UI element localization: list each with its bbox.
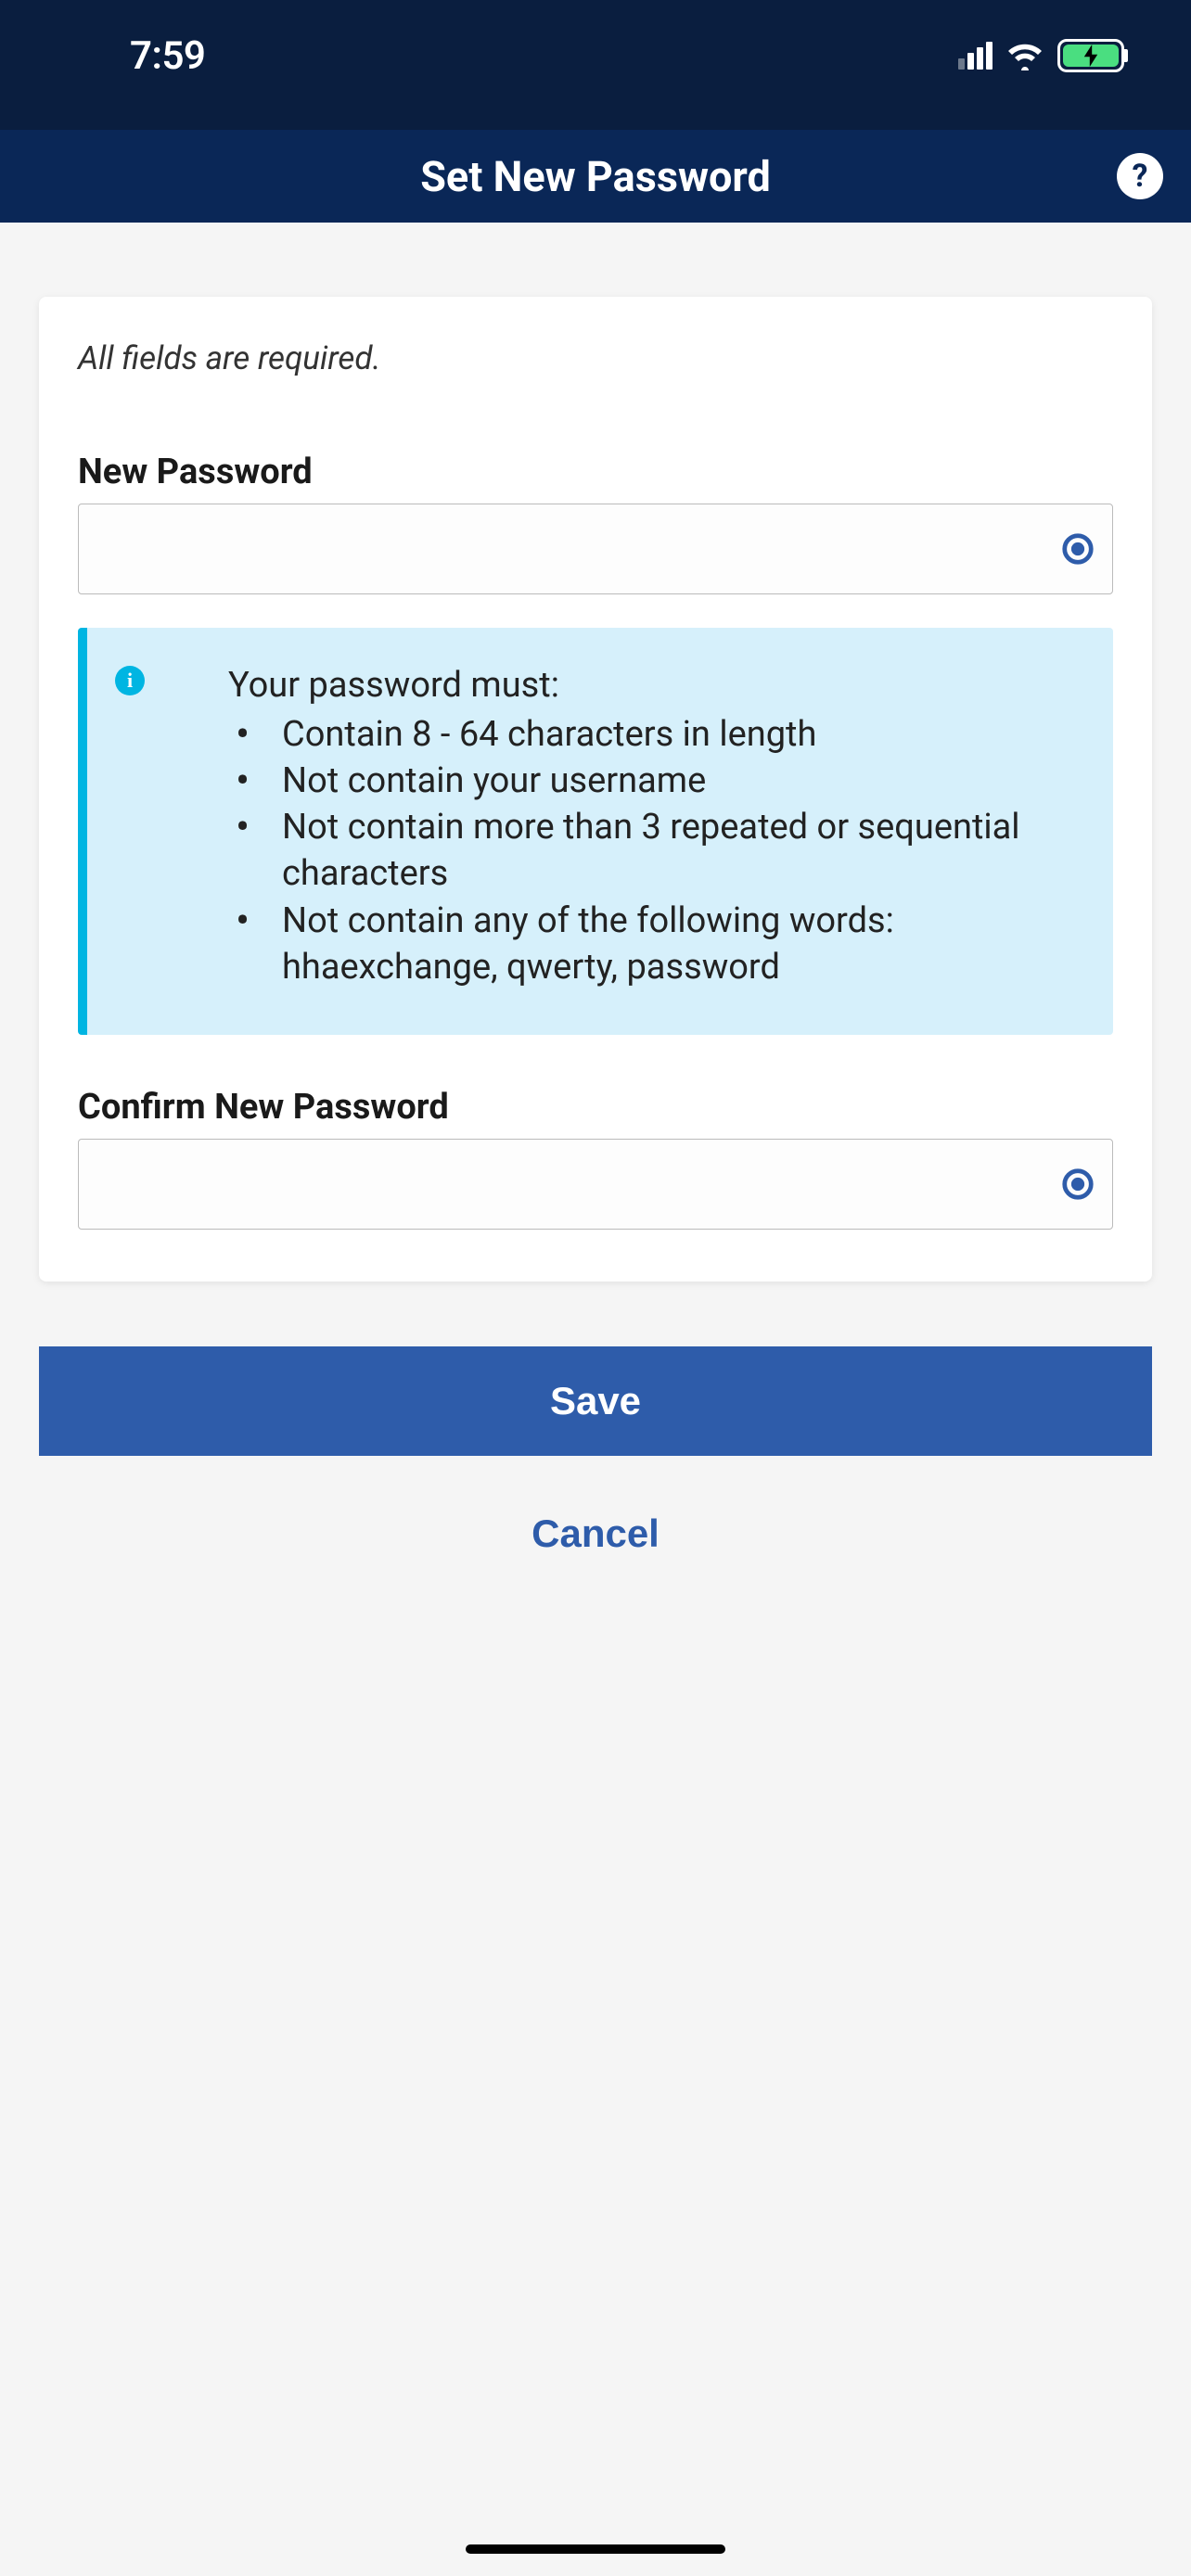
status-icons bbox=[958, 39, 1145, 72]
battery-charging-icon bbox=[1057, 39, 1124, 72]
main-content: All fields are required. New Password i … bbox=[0, 223, 1191, 1575]
password-rules-title: Your password must: bbox=[161, 665, 1085, 706]
help-icon: ? bbox=[1133, 158, 1148, 195]
wifi-icon bbox=[1005, 41, 1044, 70]
eye-icon bbox=[1060, 1167, 1095, 1202]
new-password-wrapper bbox=[78, 504, 1113, 594]
confirm-password-label: Confirm New Password bbox=[78, 1087, 1113, 1128]
page-title: Set New Password bbox=[420, 152, 771, 201]
save-button[interactable]: Save bbox=[39, 1346, 1152, 1456]
password-rules-list: Contain 8 - 64 characters in length Not … bbox=[161, 711, 1085, 990]
show-confirm-password-button[interactable] bbox=[1057, 1164, 1098, 1205]
cancel-button[interactable]: Cancel bbox=[39, 1493, 1152, 1575]
eye-icon bbox=[1060, 531, 1095, 567]
password-rule-item: Contain 8 - 64 characters in length bbox=[228, 711, 1085, 758]
status-time: 7:59 bbox=[130, 33, 205, 79]
confirm-password-input[interactable] bbox=[78, 1139, 1113, 1230]
show-password-button[interactable] bbox=[1057, 529, 1098, 569]
required-fields-notice: All fields are required. bbox=[78, 339, 1113, 377]
password-rules-box: i Your password must: Contain 8 - 64 cha… bbox=[78, 628, 1113, 1035]
new-password-label: New Password bbox=[78, 452, 1113, 492]
cellular-signal-icon bbox=[958, 42, 992, 70]
button-section: Save Cancel bbox=[39, 1282, 1152, 1575]
password-rule-item: Not contain any of the following words: … bbox=[228, 898, 1085, 990]
info-icon: i bbox=[115, 666, 145, 695]
new-password-input[interactable] bbox=[78, 504, 1113, 594]
form-card: All fields are required. New Password i … bbox=[39, 297, 1152, 1282]
help-button[interactable]: ? bbox=[1117, 153, 1163, 199]
home-indicator[interactable] bbox=[466, 2544, 725, 2554]
password-rule-item: Not contain more than 3 repeated or sequ… bbox=[228, 804, 1085, 897]
navigation-header: Set New Password ? bbox=[0, 130, 1191, 223]
status-bar: 7:59 bbox=[0, 0, 1191, 130]
confirm-password-wrapper bbox=[78, 1139, 1113, 1230]
password-rule-item: Not contain your username bbox=[228, 758, 1085, 804]
